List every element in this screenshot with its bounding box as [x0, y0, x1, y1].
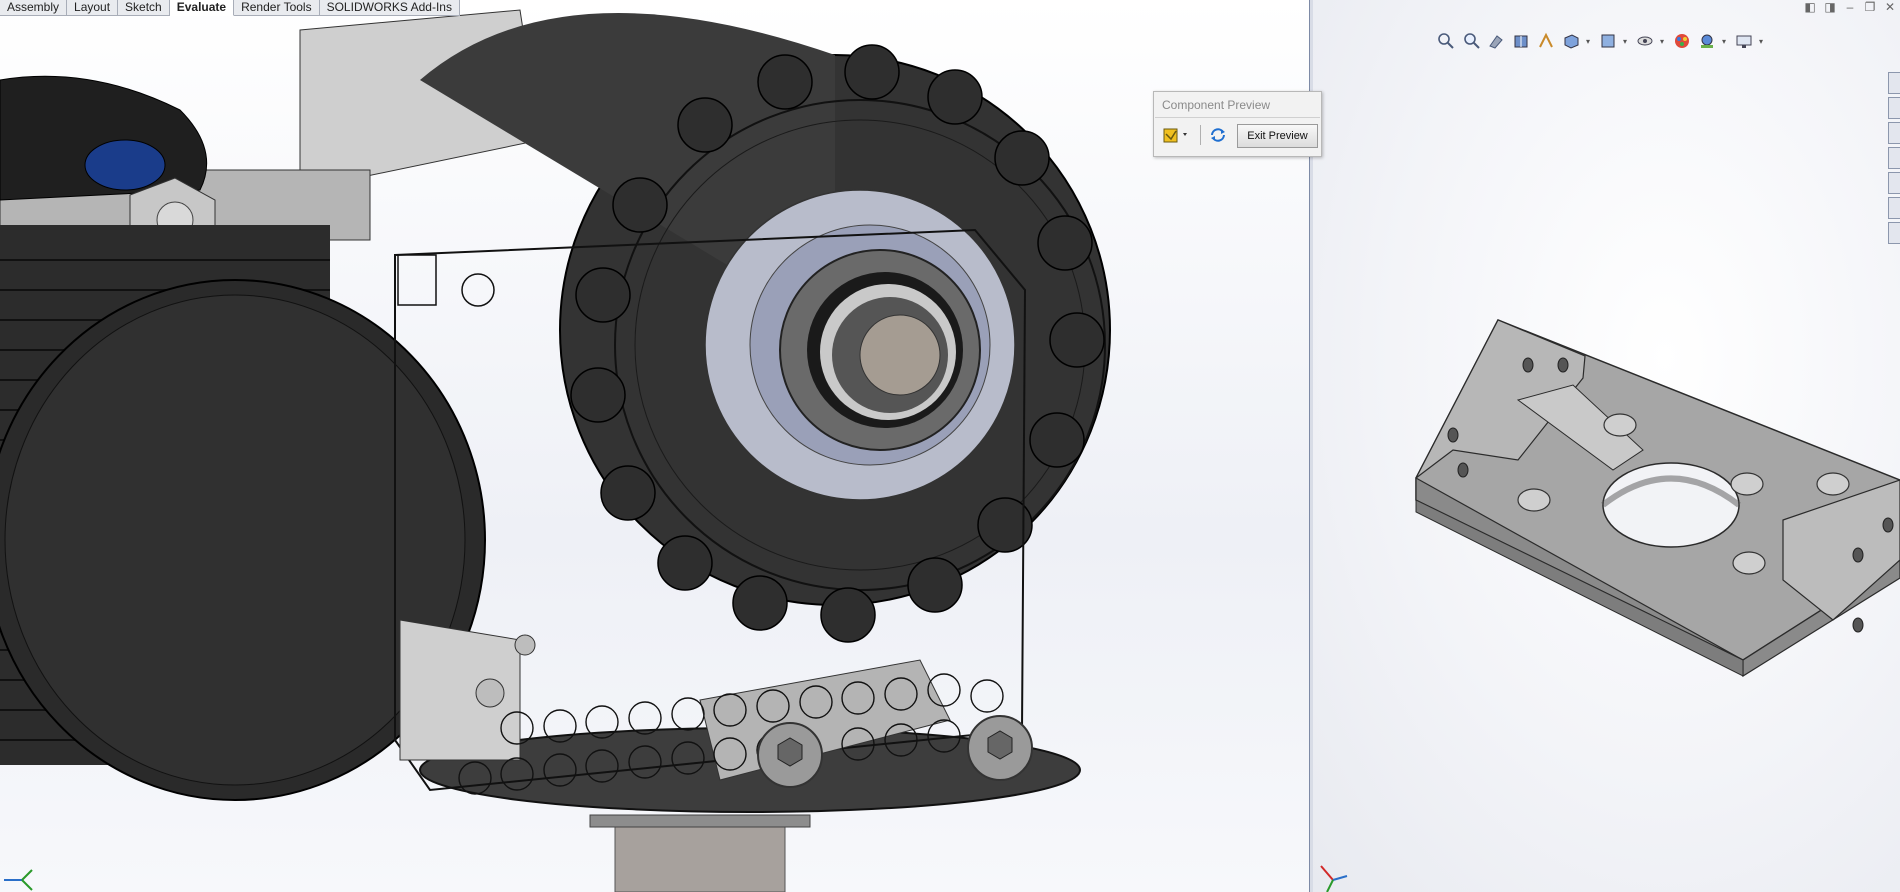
preview-graphics-area[interactable] — [1313, 0, 1900, 892]
view-settings-icon[interactable] — [1734, 31, 1754, 51]
tab-solidworks-add-ins[interactable]: SOLIDWORKS Add-Ins — [319, 0, 460, 16]
tab-assembly[interactable]: Assembly — [0, 0, 68, 16]
task-pane-custom-properties-icon[interactable] — [1888, 197, 1900, 219]
tab-evaluate[interactable]: Evaluate — [169, 0, 235, 16]
task-pane-forum-icon[interactable] — [1888, 222, 1900, 244]
task-pane-view-palette-icon[interactable] — [1888, 147, 1900, 169]
tab-render-tools[interactable]: Render Tools — [234, 0, 320, 16]
view-orientation-dropdown-icon[interactable]: ▾ — [1586, 37, 1593, 46]
view-settings-dropdown-icon[interactable]: ▾ — [1759, 37, 1766, 46]
tab-sketch[interactable]: Sketch — [118, 0, 170, 16]
display-style-dropdown-icon[interactable]: ▾ — [1623, 37, 1630, 46]
hide-show-dropdown-icon[interactable]: ▾ — [1660, 37, 1667, 46]
refresh-preview-button[interactable] — [1206, 124, 1230, 146]
zoom-to-fit-icon[interactable] — [1436, 31, 1456, 51]
edit-appearance-icon[interactable] — [1672, 31, 1692, 51]
restore-icon[interactable]: ❐ — [1864, 0, 1876, 14]
task-pane-design-library-icon[interactable] — [1888, 97, 1900, 119]
task-pane-resources-icon[interactable] — [1888, 72, 1900, 94]
triad-left — [4, 869, 33, 891]
preview-part-model[interactable] — [1313, 0, 1900, 892]
heads-up-view-toolbar: ▾ ▾ ▾ ▾ ▾ — [1436, 30, 1766, 52]
select-component-icon — [1163, 128, 1187, 143]
popup-divider — [1155, 117, 1320, 118]
select-component-button[interactable] — [1160, 124, 1194, 146]
refresh-icon — [1211, 128, 1225, 142]
apply-scene-dropdown-icon[interactable]: ▾ — [1722, 37, 1729, 46]
zoom-to-area-icon[interactable] — [1461, 31, 1481, 51]
command-manager-tabs: Assembly Layout Sketch Evaluate Render T… — [0, 0, 460, 16]
previous-view-icon[interactable] — [1486, 31, 1506, 51]
minimize-icon[interactable]: – — [1844, 0, 1856, 14]
popup-separator — [1200, 125, 1201, 145]
tile-right-icon[interactable]: ◨ — [1824, 0, 1836, 14]
display-style-icon[interactable] — [1598, 31, 1618, 51]
section-view-icon[interactable] — [1511, 31, 1531, 51]
exit-preview-button[interactable]: Exit Preview — [1237, 124, 1318, 148]
task-pane-appearances-icon[interactable] — [1888, 172, 1900, 194]
window-controls: ◧ ◨ – ❐ ✕ — [1800, 0, 1900, 20]
tab-layout[interactable]: Layout — [67, 0, 119, 16]
close-icon[interactable]: ✕ — [1884, 0, 1896, 14]
triad-right — [1320, 865, 1348, 892]
component-preview-popup: Component Preview Exit Preview — [1153, 91, 1322, 157]
blue-bearing — [84, 139, 166, 191]
view-orientation-icon[interactable] — [1561, 31, 1581, 51]
shaft-column — [614, 819, 786, 892]
assembly-model[interactable] — [0, 0, 1310, 892]
main-graphics-area[interactable]: Assembly Layout Sketch Evaluate Render T… — [0, 0, 1310, 892]
shaft-end — [859, 314, 941, 396]
dynamic-annotation-icon[interactable] — [1536, 31, 1556, 51]
task-pane-tabs — [1888, 72, 1900, 244]
component-preview-title: Component Preview — [1162, 98, 1271, 112]
apply-scene-icon[interactable] — [1697, 31, 1717, 51]
tile-left-icon[interactable]: ◧ — [1804, 0, 1816, 14]
hide-show-items-icon[interactable] — [1635, 31, 1655, 51]
task-pane-file-explorer-icon[interactable] — [1888, 122, 1900, 144]
